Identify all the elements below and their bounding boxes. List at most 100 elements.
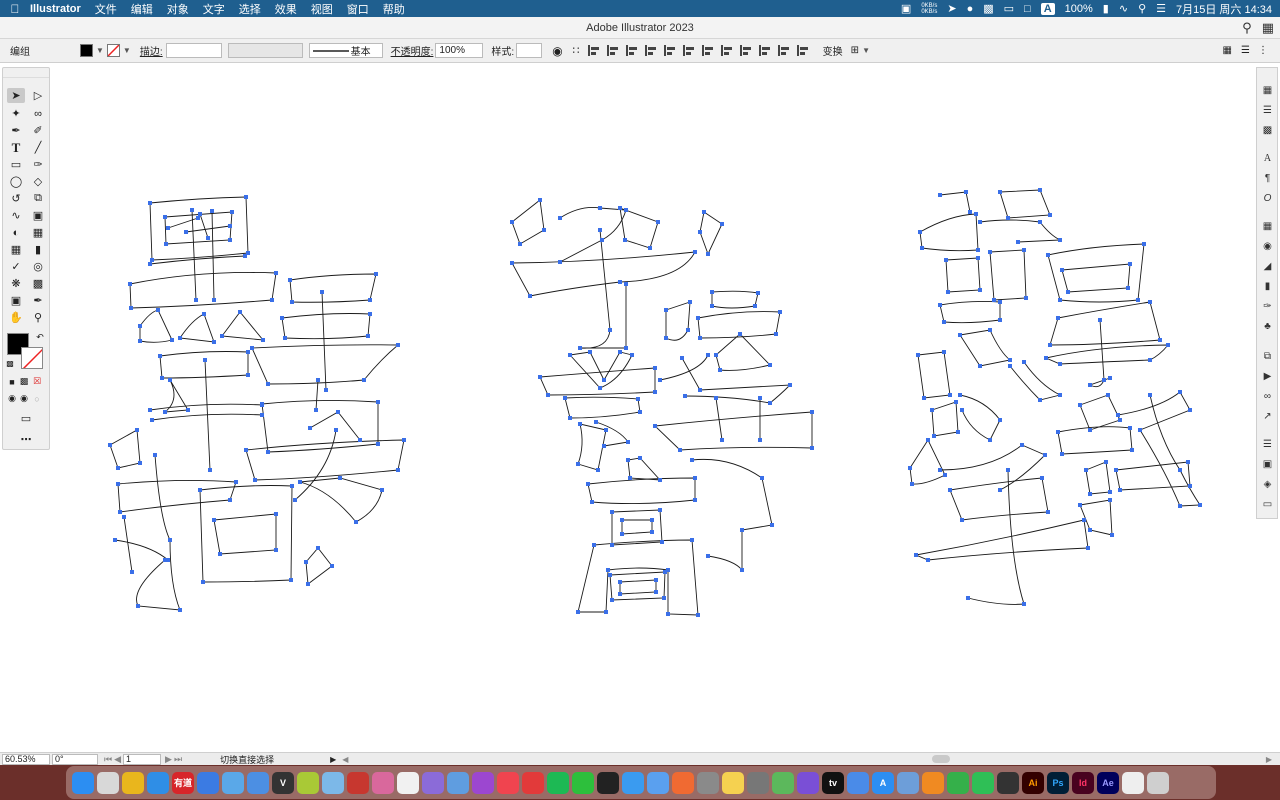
anchor-point[interactable] (1116, 413, 1120, 417)
anchor-point[interactable] (212, 518, 216, 522)
align-hcenter-icon[interactable] (606, 45, 619, 56)
anchor-point[interactable] (260, 413, 264, 417)
anchor-point[interactable] (624, 208, 628, 212)
anchor-point[interactable] (1198, 503, 1202, 507)
anchor-point[interactable] (1006, 216, 1010, 220)
anchor-point[interactable] (148, 408, 152, 412)
app-green-icon[interactable] (297, 771, 319, 794)
anchor-point[interactable] (1022, 360, 1026, 364)
anchor-point[interactable] (1166, 343, 1170, 347)
paintbrush-icon[interactable]: ✑ (29, 157, 47, 172)
anchor-point[interactable] (1060, 268, 1064, 272)
anchor-point[interactable] (316, 378, 320, 382)
anchor-point[interactable] (718, 368, 722, 372)
app-chat-icon[interactable] (622, 771, 644, 794)
anchor-point[interactable] (598, 228, 602, 232)
anchor-point[interactable] (710, 304, 714, 308)
anchor-point[interactable] (1098, 318, 1102, 322)
anchor-point[interactable] (956, 430, 960, 434)
eyedropper-icon[interactable]: ✓ (7, 259, 25, 274)
anchor-point[interactable] (230, 210, 234, 214)
anchor-point[interactable] (810, 410, 814, 414)
anchor-point[interactable] (220, 334, 224, 338)
anchor-point[interactable] (958, 393, 962, 397)
anchor-point[interactable] (1118, 488, 1122, 492)
anchor-point[interactable] (688, 300, 692, 304)
anchor-point[interactable] (608, 328, 612, 332)
more-icon[interactable]: ⋮ (1258, 45, 1268, 56)
anchor-point[interactable] (1048, 343, 1052, 347)
anchor-point[interactable] (246, 350, 250, 354)
anchor-point[interactable] (558, 260, 562, 264)
anchor-point[interactable] (1148, 393, 1152, 397)
anchor-point[interactable] (148, 262, 152, 266)
facetime-icon[interactable] (972, 771, 994, 794)
anchor-point[interactable] (576, 462, 580, 466)
anchor-point[interactable] (1020, 443, 1024, 447)
app-orange-icon[interactable] (672, 771, 694, 794)
anchor-point[interactable] (698, 336, 702, 340)
app-preview-icon[interactable] (897, 771, 919, 794)
stroke-weight-field[interactable] (165, 43, 222, 58)
anchor-point[interactable] (992, 298, 996, 302)
anchor-point[interactable] (1086, 546, 1090, 550)
anchor-point[interactable] (623, 238, 627, 242)
anchor-point[interactable] (926, 558, 930, 562)
curvature-tool-icon[interactable]: ✐ (29, 123, 47, 138)
anchor-point[interactable] (1136, 298, 1140, 302)
notes-icon[interactable] (722, 771, 744, 794)
anchor-point[interactable] (113, 538, 117, 542)
anchor-point[interactable] (944, 258, 948, 262)
panel-menu-icon[interactable]: ☰ (1241, 45, 1250, 56)
anchor-point[interactable] (686, 328, 690, 332)
first-artboard-icon[interactable]: ⏮ (104, 754, 112, 765)
anchor-point[interactable] (1178, 504, 1182, 508)
anchor-point[interactable] (1006, 468, 1010, 472)
anchor-point[interactable] (714, 353, 718, 357)
anchor-point[interactable] (693, 250, 697, 254)
anchor-point[interactable] (768, 401, 772, 405)
anchor-point[interactable] (289, 578, 293, 582)
anchor-point[interactable] (606, 568, 610, 572)
anchor-point[interactable] (938, 303, 942, 307)
anchor-point[interactable] (244, 448, 248, 452)
anchor-point[interactable] (1178, 468, 1182, 472)
edit-toolbar-icon[interactable]: ⋯ (17, 432, 35, 447)
anchor-point[interactable] (768, 363, 772, 367)
anchor-point[interactable] (1024, 296, 1028, 300)
anchor-point[interactable] (620, 518, 624, 522)
anchor-point[interactable] (178, 608, 182, 612)
anchor-point[interactable] (618, 580, 622, 584)
align-right-icon[interactable] (625, 45, 638, 56)
anchor-point[interactable] (664, 308, 668, 312)
draw-behind-icon[interactable]: ◉ (18, 391, 30, 406)
artwork[interactable] (52, 64, 1252, 752)
anchor-point[interactable] (604, 428, 608, 432)
distribute-left-icon[interactable] (758, 45, 771, 56)
anchor-point[interactable] (578, 346, 582, 350)
anchor-point[interactable] (624, 282, 628, 286)
anchor-point[interactable] (250, 346, 254, 350)
anchor-point[interactable] (130, 570, 134, 574)
anchor-point[interactable] (656, 220, 660, 224)
anchor-point[interactable] (1040, 476, 1044, 480)
chevron-down-icon[interactable]: ▼ (96, 46, 104, 55)
anchor-point[interactable] (756, 291, 760, 295)
app-paper-icon[interactable] (647, 771, 669, 794)
anchor-point[interactable] (298, 480, 302, 484)
anchor-point[interactable] (206, 236, 210, 240)
anchor-point[interactable] (1188, 408, 1192, 412)
anchor-point[interactable] (546, 393, 550, 397)
anchor-point[interactable] (261, 338, 265, 342)
anchor-point[interactable] (1022, 248, 1026, 252)
anchor-point[interactable] (653, 390, 657, 394)
chrome-icon[interactable] (122, 771, 144, 794)
anchor-point[interactable] (274, 512, 278, 516)
anchor-point[interactable] (958, 333, 962, 337)
appstore-icon[interactable]: A (872, 771, 894, 794)
trash-icon[interactable] (1147, 771, 1169, 794)
anchor-point[interactable] (696, 613, 700, 617)
cursor-icon[interactable]: ➤ (947, 2, 956, 15)
anchor-point[interactable] (270, 298, 274, 302)
anchor-point[interactable] (916, 353, 920, 357)
